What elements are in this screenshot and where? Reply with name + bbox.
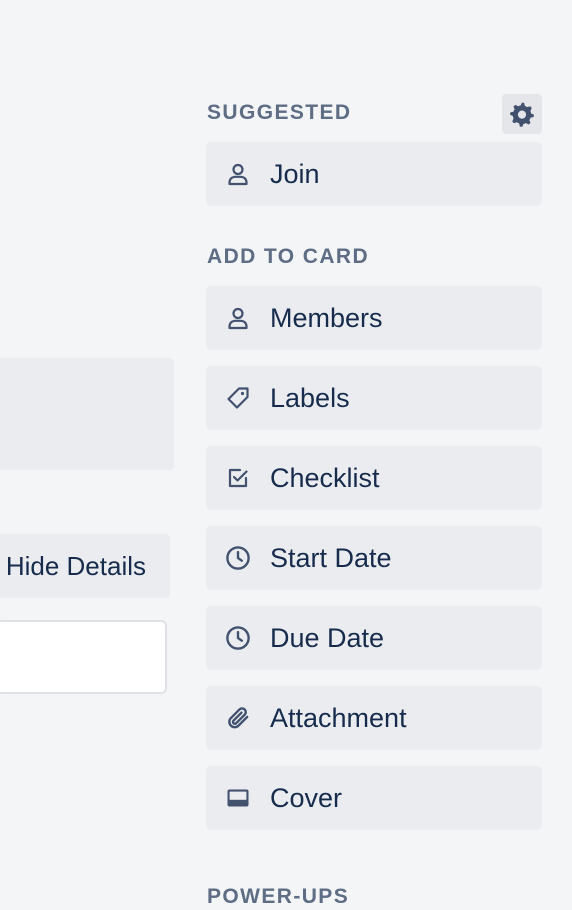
join-button[interactable]: Join — [206, 142, 542, 206]
clock-icon — [206, 625, 270, 651]
checklist-label: Checklist — [270, 462, 380, 493]
hide-details-button[interactable]: Hide Details — [0, 534, 170, 598]
add-to-card-heading: ADD TO CARD — [207, 245, 370, 268]
paperclip-icon — [206, 705, 270, 731]
labels-button[interactable]: Labels — [206, 366, 542, 430]
due-date-label: Due Date — [270, 622, 385, 653]
cover-label: Cover — [270, 782, 343, 813]
join-label: Join — [270, 158, 320, 189]
person-icon — [206, 306, 270, 330]
checkbox-icon — [206, 466, 270, 490]
due-date-button[interactable]: Due Date — [206, 606, 542, 670]
members-label: Members — [270, 302, 383, 333]
cover-button[interactable]: Cover — [206, 766, 542, 830]
attachment-button[interactable]: Attachment — [206, 686, 542, 750]
person-icon — [206, 162, 270, 186]
hide-details-label: Hide Details — [5, 550, 146, 581]
labels-label: Labels — [270, 382, 350, 413]
suggested-settings-button[interactable] — [502, 94, 542, 134]
attachment-label: Attachment — [270, 702, 407, 733]
tag-icon — [206, 386, 270, 410]
members-button[interactable]: Members — [206, 286, 542, 350]
checklist-button[interactable]: Checklist — [206, 446, 542, 510]
start-date-label: Start Date — [270, 542, 392, 573]
clock-icon — [206, 545, 270, 571]
comment-input[interactable] — [0, 620, 167, 694]
gear-icon — [509, 101, 535, 127]
power-ups-heading: POWER-UPS — [207, 885, 350, 908]
cover-icon — [206, 786, 270, 810]
start-date-button[interactable]: Start Date — [206, 526, 542, 590]
description-box[interactable] — [0, 358, 174, 470]
suggested-heading: SUGGESTED — [207, 101, 352, 124]
